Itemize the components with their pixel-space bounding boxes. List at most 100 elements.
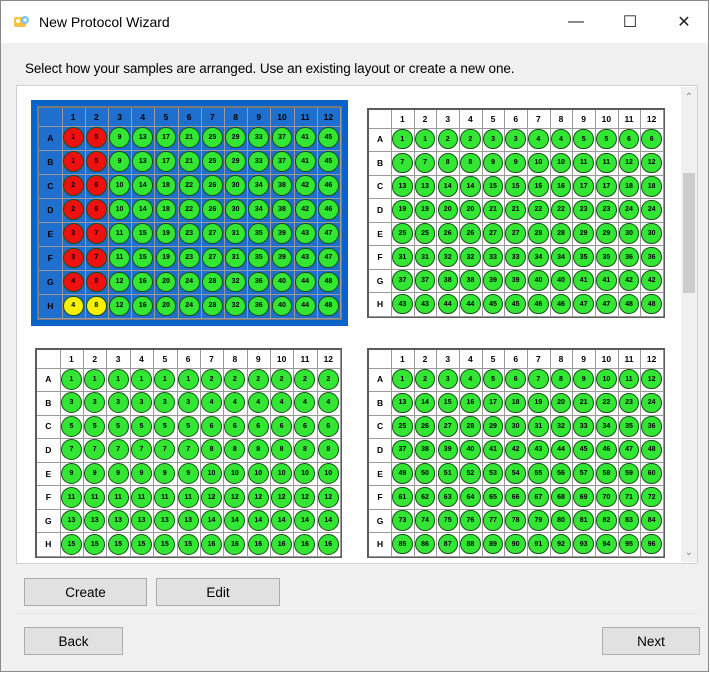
column-header: 3 xyxy=(117,111,122,122)
layout-option-1[interactable]: 1 2 3 4 5 6 7 8 9 10 11 12 A B C D E F G H 1 5 9 13 17 21 25 29 33 37… xyxy=(31,100,348,326)
well: 8 xyxy=(271,439,293,461)
well: 1 xyxy=(154,368,176,390)
well: 6 xyxy=(505,369,526,390)
well: 9 xyxy=(505,152,526,174)
well: 8 xyxy=(550,369,572,390)
minimize-icon[interactable]: — xyxy=(553,5,599,39)
scroll-up-icon[interactable]: ⌃ xyxy=(681,89,697,105)
well: 10 xyxy=(550,152,572,174)
back-button[interactable]: Back xyxy=(24,627,123,655)
well: 34 xyxy=(550,246,572,268)
well: 10 xyxy=(317,463,339,485)
well: 1 xyxy=(392,129,413,150)
row-header: F xyxy=(45,492,51,503)
well: 40 xyxy=(271,271,293,293)
well: 35 xyxy=(573,246,594,268)
row-header: F xyxy=(377,252,383,263)
well: 5 xyxy=(84,415,106,437)
row-header: D xyxy=(376,444,384,455)
layout-option-3[interactable]: 1 2 3 4 5 6 7 8 9 10 11 12 A B C D E F G H 1 1 1 1 1 1 2 2 2 2 2 2 3 3 3 3 3… xyxy=(31,344,346,562)
well: 65 xyxy=(482,486,504,508)
column-header: 9 xyxy=(581,353,587,364)
column-header: 4 xyxy=(467,113,473,124)
well: 48 xyxy=(641,294,662,315)
well: 16 xyxy=(550,176,572,197)
well: 17 xyxy=(155,151,177,173)
edit-button[interactable]: Edit xyxy=(156,578,280,606)
row-header: E xyxy=(377,228,383,239)
instruction-text: Select how your samples are arranged. Us… xyxy=(25,61,515,76)
well: 44 xyxy=(550,439,572,461)
well: 6 xyxy=(618,129,640,150)
well: 17 xyxy=(596,176,617,197)
well: 51 xyxy=(437,463,458,484)
well: 31 xyxy=(392,246,413,268)
well: 4 xyxy=(62,271,84,293)
well: 13 xyxy=(107,510,129,532)
create-button[interactable]: Create xyxy=(24,578,147,606)
well: 41 xyxy=(294,151,316,173)
scroll-down-icon[interactable]: ⌄ xyxy=(681,544,697,560)
well: 9 xyxy=(130,463,152,485)
well: 28 xyxy=(201,295,223,317)
maximize-icon[interactable]: ☐ xyxy=(607,5,653,39)
well: 39 xyxy=(505,270,526,291)
well: 11 xyxy=(596,152,617,174)
well: 36 xyxy=(248,271,270,293)
well: 15 xyxy=(437,392,458,414)
well: 3 xyxy=(437,369,458,390)
well: 84 xyxy=(641,510,662,531)
row-header: D xyxy=(376,204,384,215)
well: 1 xyxy=(60,368,82,390)
column-header: 10 xyxy=(601,113,612,124)
column-header: 4 xyxy=(467,353,473,364)
well: 3 xyxy=(84,392,106,414)
well: 21 xyxy=(178,127,200,149)
row-header: G xyxy=(45,515,52,526)
well: 71 xyxy=(618,486,640,508)
well: 29 xyxy=(225,127,247,149)
grid-line xyxy=(37,556,340,557)
well: 19 xyxy=(528,392,549,414)
vertical-scrollbar[interactable]: ⌃ ⌄ xyxy=(681,87,697,562)
grid-line xyxy=(663,350,664,556)
well: 11 xyxy=(130,486,152,508)
well: 5 xyxy=(482,369,504,390)
well: 41 xyxy=(596,270,617,291)
well: 17 xyxy=(155,127,177,149)
well: 10 xyxy=(271,463,293,485)
well: 45 xyxy=(505,294,526,315)
well: 52 xyxy=(460,463,481,484)
well: 18 xyxy=(155,175,177,197)
well: 12 xyxy=(224,486,246,508)
well: 16 xyxy=(317,533,339,555)
close-icon[interactable]: ✕ xyxy=(661,5,707,39)
column-header: 4 xyxy=(140,111,146,122)
well: 2 xyxy=(294,368,316,390)
well: 4 xyxy=(528,129,549,150)
well: 28 xyxy=(550,223,572,244)
well: 15 xyxy=(482,176,504,197)
well: 32 xyxy=(225,295,247,317)
well: 73 xyxy=(392,510,413,531)
column-header: 12 xyxy=(646,353,657,364)
well: 4 xyxy=(247,392,269,414)
well: 70 xyxy=(596,486,617,508)
well: 9 xyxy=(109,151,130,173)
well: 7 xyxy=(107,439,129,461)
scroll-thumb[interactable] xyxy=(683,173,695,293)
column-header: 8 xyxy=(558,113,564,124)
well: 2 xyxy=(414,369,436,390)
layout-option-4[interactable]: 1 2 3 4 5 6 7 8 9 10 11 12 A B C D E F G H 1 2 3 4 5 6 7 8 9 10 11 12 13… xyxy=(363,344,669,562)
layout-option-2[interactable]: 1 2 3 4 5 6 7 8 9 10 11 12 A B C D E F G H 1 1 2 2 3 3 4 4 5 5 6 6 7 7 8 8 9… xyxy=(363,104,669,322)
well: 37 xyxy=(392,270,413,291)
title-bar[interactable]: New Protocol Wizard — ☐ ✕ xyxy=(1,1,708,43)
column-header: 8 xyxy=(233,111,238,122)
column-header: 7 xyxy=(535,113,541,124)
well: 1 xyxy=(392,369,413,390)
well: 48 xyxy=(317,271,339,293)
well: 18 xyxy=(155,199,177,221)
well: 15 xyxy=(132,247,154,269)
plate-grid: 1 2 3 4 5 6 7 8 9 10 11 12 A B C D E F G H 1 5 9 13 17 21 25 29 33 37… xyxy=(39,108,341,319)
next-button[interactable]: Next xyxy=(602,627,700,655)
